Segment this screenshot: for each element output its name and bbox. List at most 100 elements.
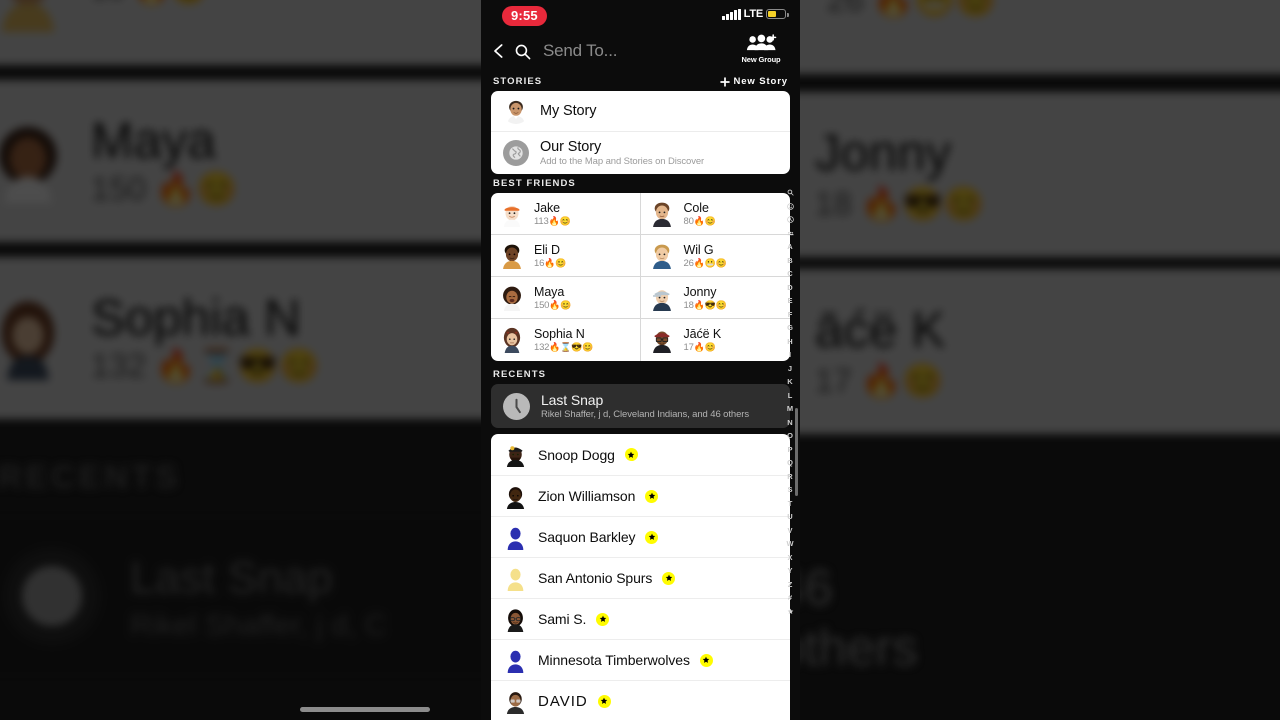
story-item-our-story[interactable]: Our Story Add to the Map and Stories on …: [491, 131, 790, 174]
best-friends-section-header: BEST FRIENDS: [481, 174, 800, 193]
scrubber-letter-w[interactable]: W: [780, 537, 800, 551]
recent-name: Snoop Dogg: [538, 446, 615, 463]
scrubber-letter-f[interactable]: F: [780, 308, 800, 322]
scrubber-clock-icon[interactable]: [780, 213, 800, 227]
best-friend-cell-sophia-n[interactable]: Sophia N 132 🔥⌛😎😊: [491, 319, 641, 361]
recent-name: DAVID: [538, 692, 588, 710]
best-friend-cell-maya[interactable]: Maya 150 🔥😊: [491, 277, 641, 319]
friend-emoji: 🔥😊: [549, 299, 572, 310]
backdrop-meta: 132 🔥⌛😎😊: [91, 350, 320, 387]
avatar-silhouette-yellow: [503, 566, 528, 591]
backdrop-meta: 150 🔥😊: [91, 173, 238, 210]
best-friend-meta: 18 🔥😎😊: [684, 300, 727, 311]
best-friend-name: Maya: [534, 284, 565, 299]
snap-score: 113: [534, 215, 549, 227]
scrubber-star-icon[interactable]: [780, 605, 800, 619]
scrubber-letter-e[interactable]: E: [780, 294, 800, 308]
backdrop-left: 16 🔥😊 Maya 150 🔥😊 Sophia N 132 🔥⌛: [0, 0, 481, 720]
last-snap-subtitle: Rikel Shaffer, j d, Cleveland Indians, a…: [541, 409, 749, 420]
new-group-label: New Group: [741, 55, 781, 64]
recent-name: Saquon Barkley: [538, 529, 636, 545]
scrubber-letter-c[interactable]: C: [780, 267, 800, 281]
new-story-button[interactable]: New Story: [720, 76, 788, 87]
star-badge-icon: [662, 571, 676, 585]
signal-bars-icon: [722, 8, 741, 20]
horizontal-scrollbar[interactable]: [300, 707, 430, 712]
scrubber-letter-b[interactable]: B: [780, 254, 800, 268]
recent-item-snoop-dogg[interactable]: Snoop Dogg: [491, 434, 790, 475]
best-friend-cell-wil-g[interactable]: Wil G 26 🔥😬😊: [640, 235, 790, 277]
best-friend-meta: 26 🔥😬😊: [684, 258, 727, 269]
best-friend-name: Sophia N: [534, 327, 585, 341]
network-type-label: LTE: [743, 8, 764, 20]
scrubber-letter-h[interactable]: H: [780, 335, 800, 349]
recent-item-saquon-barkley[interactable]: Saquon Barkley: [491, 516, 790, 557]
story-subtitle: Add to the Map and Stories on Discover: [540, 156, 705, 167]
scrubber-letter-j[interactable]: J: [780, 362, 800, 376]
status-time: 9:55: [502, 6, 547, 26]
best-friend-cell-cole[interactable]: Cole 80 🔥😊: [640, 193, 790, 235]
best-friend-cell-jake[interactable]: Jake 113 🔥😊: [491, 193, 641, 235]
scrubber-letter-k[interactable]: K: [780, 375, 800, 389]
scrubber-letter-x[interactable]: X: [780, 551, 800, 565]
backdrop-avatar: [0, 119, 70, 203]
best-friend-meta: 80 🔥😊: [684, 216, 716, 227]
backdrop-name: āćë K: [815, 302, 946, 360]
scrubber-letter-g[interactable]: G: [780, 321, 800, 335]
best-friend-cell-eli-d[interactable]: Eli D 16 🔥😊: [491, 235, 641, 277]
bitmoji-david-avatar: [503, 689, 528, 714]
last-snap-row[interactable]: Last Snap Rikel Shaffer, j d, Cleveland …: [491, 384, 790, 428]
scrubber-letter-i[interactable]: I: [780, 348, 800, 362]
scrubber-group-icon[interactable]: [780, 227, 800, 241]
scrubber-search-icon[interactable]: [780, 186, 800, 200]
scrubber-letter-t[interactable]: T: [780, 497, 800, 511]
snap-score: 18: [683, 299, 694, 311]
best-friends-section-label: BEST FRIENDS: [493, 178, 576, 189]
story-item-my-story[interactable]: My Story: [491, 91, 790, 131]
scrubber-hash[interactable]: #: [780, 591, 800, 605]
backdrop-card: āćë K 17 🔥😊: [800, 269, 1280, 434]
index-scrubber[interactable]: A B C D E F G H I J K L M N O P Q R S T …: [780, 186, 800, 618]
new-group-button[interactable]: New Group: [732, 34, 790, 64]
recent-name: Sami S.: [538, 611, 587, 627]
backdrop-name: Maya: [91, 112, 216, 170]
scrubber-letter-d[interactable]: D: [780, 281, 800, 295]
scrubber-letter-l[interactable]: L: [780, 389, 800, 403]
scrubber-letter-u[interactable]: U: [780, 510, 800, 524]
globe-icon: [503, 140, 529, 166]
snap-score: 16: [534, 257, 545, 269]
scrubber-letter-y[interactable]: Y: [780, 564, 800, 578]
friend-emoji: 🔥⌛😎😊: [549, 342, 594, 352]
recent-item-sami-s[interactable]: Sami S.: [491, 598, 790, 639]
search-input[interactable]: Send To...: [543, 41, 617, 61]
recent-item-david[interactable]: DAVID: [491, 680, 790, 720]
best-friend-cell-jonny[interactable]: Jonny 18 🔥😎😊: [640, 277, 790, 319]
best-friend-meta: 17 🔥😊: [684, 342, 722, 353]
bitmoji-snoop-dogg-avatar: [503, 442, 528, 467]
vertical-scrollbar[interactable]: [795, 408, 798, 496]
backdrop-meta: 17 🔥😊: [815, 364, 944, 401]
star-badge-icon: [699, 653, 713, 667]
star-badge-icon: [645, 489, 659, 503]
best-friend-cell-jace-k[interactable]: Jāćë K 17 🔥😊: [641, 319, 791, 361]
bitmoji-zion-williamson-avatar: [503, 484, 528, 509]
recents-list: Snoop Dogg Zion Williamson Saquon Barkle…: [491, 434, 790, 720]
snap-score: 26: [683, 257, 694, 269]
backdrop-last-snap-title: Last Snap: [130, 554, 333, 605]
scrubber-letter-v[interactable]: V: [780, 524, 800, 538]
recent-item-minnesota-timberwolves[interactable]: Minnesota Timberwolves: [491, 639, 790, 680]
recent-item-san-antonio-spurs[interactable]: San Antonio Spurs: [491, 557, 790, 598]
stories-card: My Story Our Story Add to the Map and St…: [491, 91, 790, 174]
search-icon[interactable]: [514, 43, 531, 60]
scrubber-smiley-icon[interactable]: [780, 200, 800, 214]
scrubber-letter-z[interactable]: Z: [780, 578, 800, 592]
screen: 16 🔥😊 Maya 150 🔥😊 Sophia N 132 🔥⌛: [0, 0, 1280, 720]
back-chevron-icon[interactable]: [491, 43, 507, 59]
bitmoji-sami-s-avatar: [503, 607, 528, 632]
new-story-label: New Story: [733, 76, 788, 87]
best-friend-meta: 113 🔥😊: [534, 216, 571, 227]
status-bar: 9:55 LTE: [481, 0, 800, 30]
recent-item-zion-williamson[interactable]: Zion Williamson: [491, 475, 790, 516]
best-friend-name: Eli D: [534, 242, 560, 257]
scrubber-letter-a[interactable]: A: [780, 240, 800, 254]
